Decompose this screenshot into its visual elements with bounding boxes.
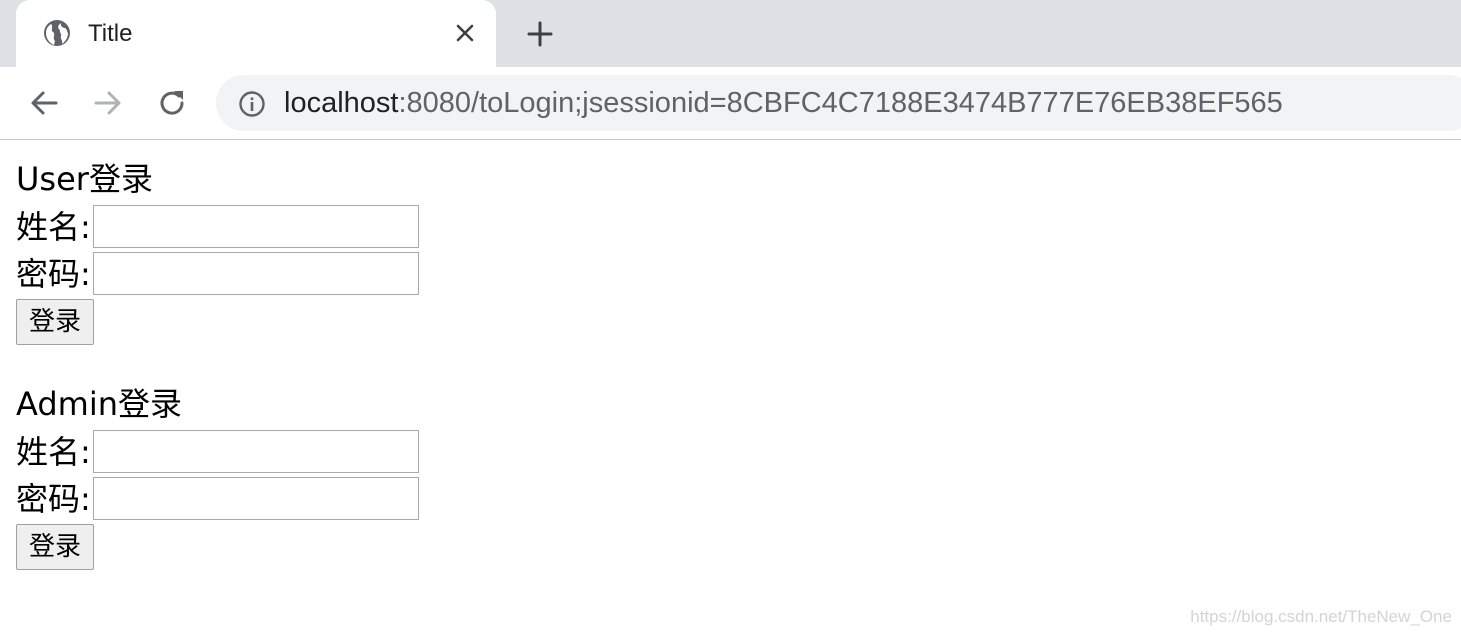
user-name-row: 姓名: xyxy=(16,203,456,250)
admin-login-form: Admin登录 姓名: 密码: 登录 xyxy=(16,384,456,570)
arrow-left-icon[interactable] xyxy=(26,85,62,121)
admin-password-label: 密码: xyxy=(16,479,91,518)
admin-password-row: 密码: xyxy=(16,475,456,522)
plus-icon[interactable] xyxy=(524,18,556,50)
address-bar[interactable]: localhost:8080/toLogin;jsessionid=8CBFC4… xyxy=(216,75,1461,131)
close-icon[interactable] xyxy=(452,20,478,46)
page-content: User登录 姓名: 密码: 登录 Admin登录 姓名: 密码: 登录 xyxy=(16,141,1456,635)
admin-login-button[interactable]: 登录 xyxy=(16,524,95,570)
user-password-label: 密码: xyxy=(16,254,91,293)
reload-icon[interactable] xyxy=(154,85,190,121)
globe-icon xyxy=(44,20,70,46)
tab-title: Title xyxy=(88,20,133,47)
info-icon[interactable] xyxy=(238,90,266,118)
browser-tab[interactable]: Title xyxy=(16,0,496,67)
user-name-label: 姓名: xyxy=(16,207,91,246)
url-host: localhost xyxy=(284,87,399,119)
admin-password-input[interactable] xyxy=(92,477,419,520)
admin-name-input[interactable] xyxy=(92,430,419,473)
admin-login-title: Admin登录 xyxy=(16,385,182,423)
admin-name-label: 姓名: xyxy=(16,432,91,471)
arrow-right-icon[interactable] xyxy=(90,85,126,121)
url-path: :8080/toLogin;jsessionid=8CBFC4C7188E347… xyxy=(398,87,1283,119)
user-login-form: User登录 姓名: 密码: 登录 xyxy=(16,159,456,345)
browser-toolbar: localhost:8080/toLogin;jsessionid=8CBFC4… xyxy=(0,67,1461,140)
user-login-button[interactable]: 登录 xyxy=(16,299,95,345)
user-password-input[interactable] xyxy=(92,252,419,295)
watermark: https://blog.csdn.net/TheNew_One xyxy=(1190,607,1452,626)
user-password-row: 密码: xyxy=(16,250,456,297)
url-text[interactable]: localhost:8080/toLogin;jsessionid=8CBFC4… xyxy=(284,85,1283,121)
user-name-input[interactable] xyxy=(92,205,419,248)
admin-name-row: 姓名: xyxy=(16,428,456,475)
user-login-title: User登录 xyxy=(16,160,153,198)
tab-strip: Title xyxy=(0,0,1461,67)
